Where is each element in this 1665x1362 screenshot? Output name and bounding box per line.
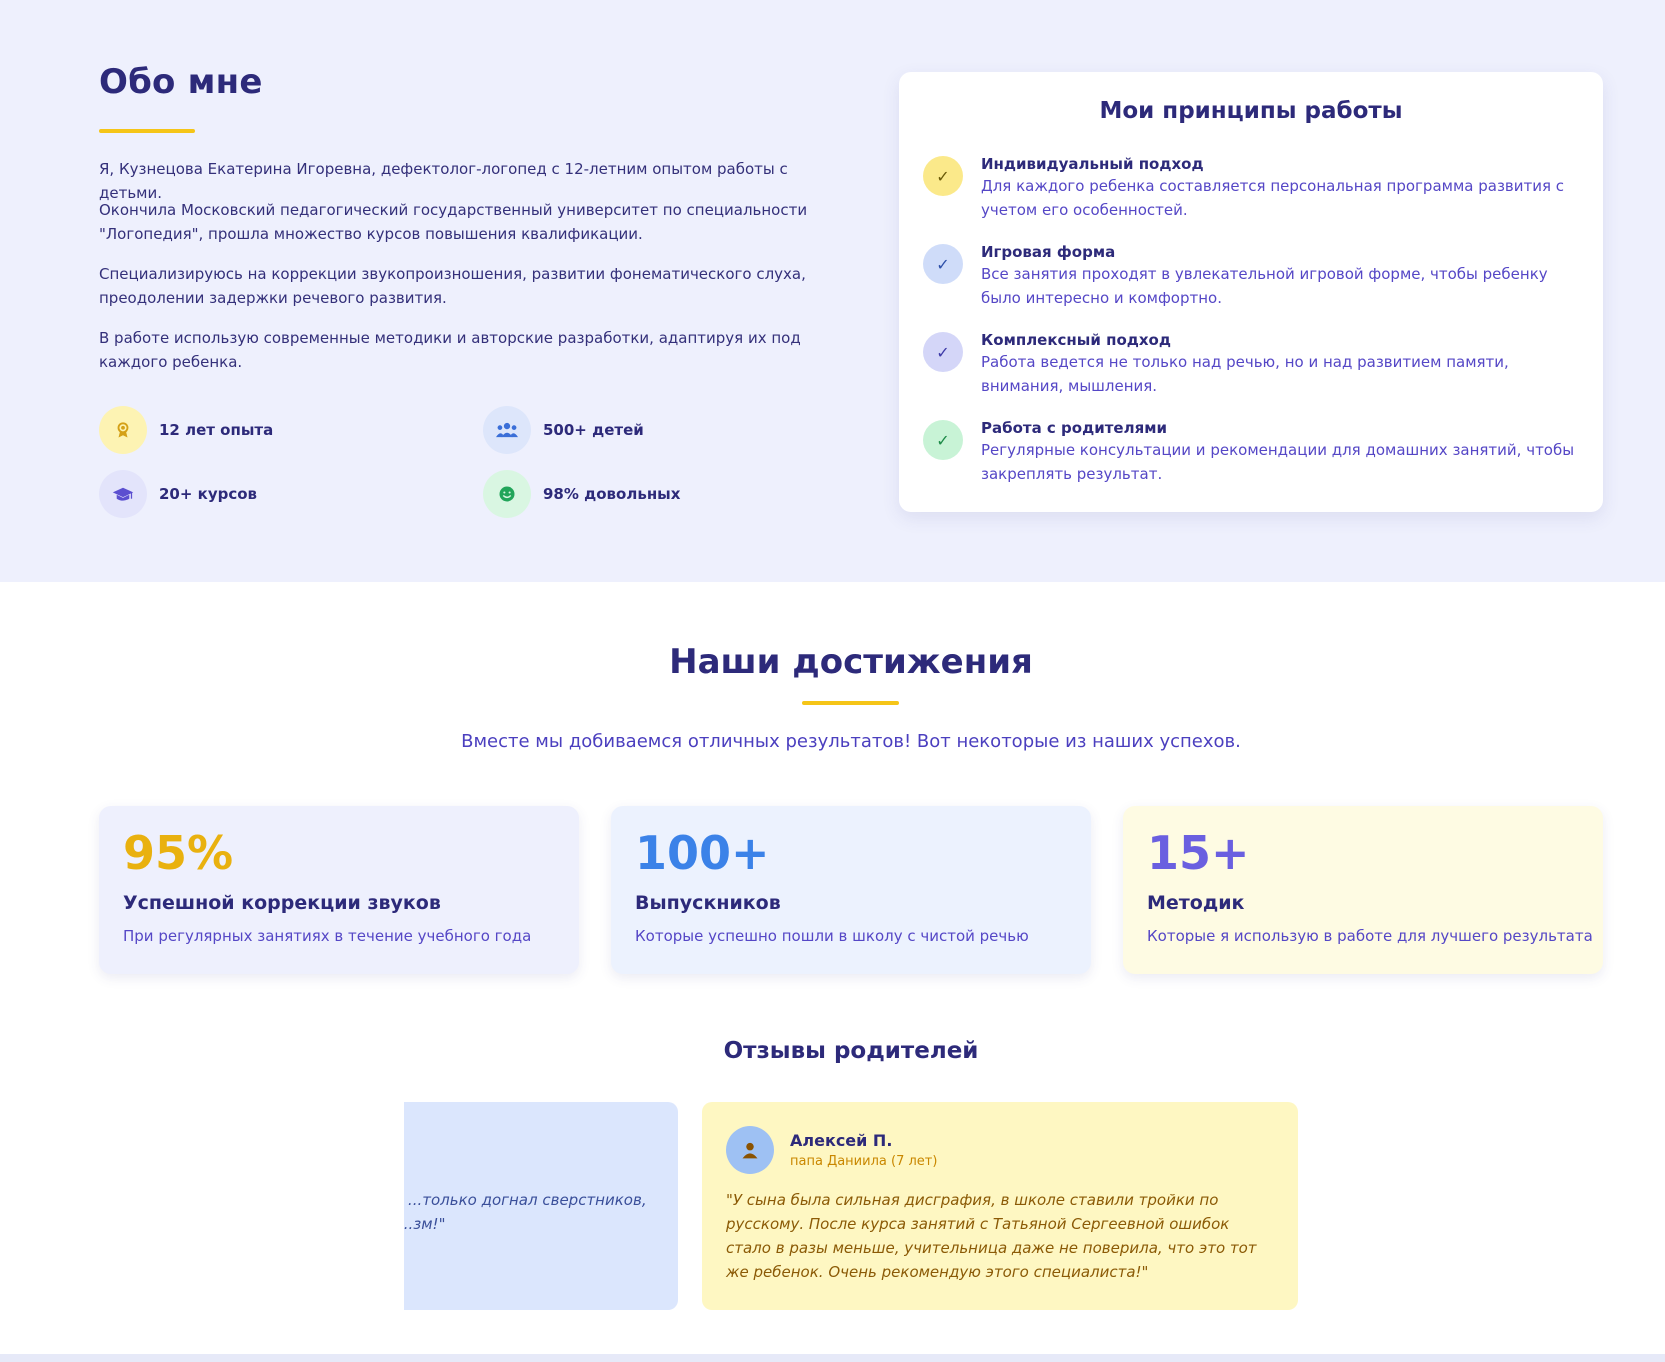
- principle-heading: Игровая форма: [981, 243, 1116, 261]
- section-divider: [0, 1354, 1665, 1362]
- principle-item: ✓ Индивидуальный подход Для каждого ребе…: [923, 154, 1583, 222]
- check-icon: ✓: [923, 156, 963, 196]
- about-section: Обо мне Я, Кузнецова Екатерина Игоревна,…: [0, 0, 1665, 582]
- principle-description: Все занятия проходят в увлекательной игр…: [981, 265, 1548, 307]
- about-paragraph: Специализируюсь на коррекции звукопроизн…: [99, 265, 806, 307]
- principle-heading: Индивидуальный подход: [981, 155, 1204, 173]
- achievement-card: 15+ Методик Которые я использую в работе…: [1123, 806, 1603, 974]
- review-text: ...и только в 4 года. После года ...толь…: [404, 1191, 647, 1233]
- achievement-number: 100+: [635, 826, 770, 880]
- achievement-card: 100+ Выпускников Которые успешно пошли в…: [611, 806, 1091, 974]
- graduation-cap-icon: [99, 470, 147, 518]
- principle-heading: Работа с родителями: [981, 419, 1167, 437]
- stat-courses: 20+ курсов: [99, 470, 257, 518]
- achievement-description: Которые успешно пошли в школу с чистой р…: [635, 927, 1029, 945]
- title-underline: [99, 129, 195, 133]
- about-paragraph: В работе использую современные методики …: [99, 329, 801, 371]
- user-avatar-icon: [726, 1126, 774, 1174]
- principle-description: Работа ведется не только над речью, но и…: [981, 353, 1509, 395]
- title-underline: [802, 701, 899, 705]
- award-icon: [99, 406, 147, 454]
- achievement-card: 95% Успешной коррекции звуков При регуля…: [99, 806, 579, 974]
- achievement-number: 95%: [123, 826, 234, 880]
- stat-satisfied: 98% довольных: [483, 470, 680, 518]
- achievements-title: Наши достижения: [669, 642, 1033, 682]
- principle-description: Регулярные консультации и рекомендации д…: [981, 441, 1575, 483]
- check-icon: ✓: [923, 332, 963, 372]
- reviews-title: Отзывы родителей: [723, 1038, 979, 1064]
- users-icon: [483, 406, 531, 454]
- achievement-number: 15+: [1147, 826, 1250, 880]
- reviewer-role: папа Даниила (7 лет): [790, 1154, 938, 1169]
- check-icon: ✓: [923, 244, 963, 284]
- about-title: Обо мне: [99, 62, 263, 102]
- stat-label: 500+ детей: [543, 421, 644, 439]
- principle-item: ✓ Комплексный подход Работа ведется не т…: [923, 330, 1583, 398]
- achievement-heading: Методик: [1147, 892, 1245, 914]
- principle-item: ✓ Игровая форма Все занятия проходят в у…: [923, 242, 1583, 310]
- reviewer-name: Алексей П.: [790, 1131, 893, 1150]
- principles-card: Мои принципы работы ✓ Индивидуальный под…: [899, 72, 1603, 512]
- achievement-description: При регулярных занятиях в течение учебно…: [123, 927, 532, 945]
- stat-label: 20+ курсов: [159, 485, 258, 503]
- principle-description: Для каждого ребенка составляется персона…: [981, 177, 1565, 219]
- principle-item: ✓ Работа с родителями Регулярные консуль…: [923, 418, 1583, 486]
- achievements-subtitle: Вместе мы добиваемся отличных результато…: [461, 731, 1241, 752]
- stat-label: 12 лет опыта: [159, 421, 274, 439]
- principles-title: Мои принципы работы: [1099, 98, 1403, 124]
- stat-children: 500+ детей: [483, 406, 644, 454]
- achievement-heading: Выпускников: [635, 892, 781, 914]
- review-text: "У сына была сильная дисграфия, в школе …: [726, 1191, 1257, 1281]
- review-card[interactable]: ...и только в 4 года. После года ...толь…: [404, 1102, 678, 1310]
- stat-experience: 12 лет опыта: [99, 406, 273, 454]
- stat-label: 98% довольных: [543, 485, 681, 503]
- achievement-heading: Успешной коррекции звуков: [123, 892, 441, 914]
- check-icon: ✓: [923, 420, 963, 460]
- review-card[interactable]: Алексей П. папа Даниила (7 лет) "У сына …: [702, 1102, 1298, 1310]
- about-paragraph: Окончила Московский педагогический госуд…: [99, 201, 808, 243]
- principle-heading: Комплексный подход: [981, 331, 1171, 349]
- smile-icon: [483, 470, 531, 518]
- achievement-description: Которые я использую в работе для лучшего…: [1147, 927, 1593, 945]
